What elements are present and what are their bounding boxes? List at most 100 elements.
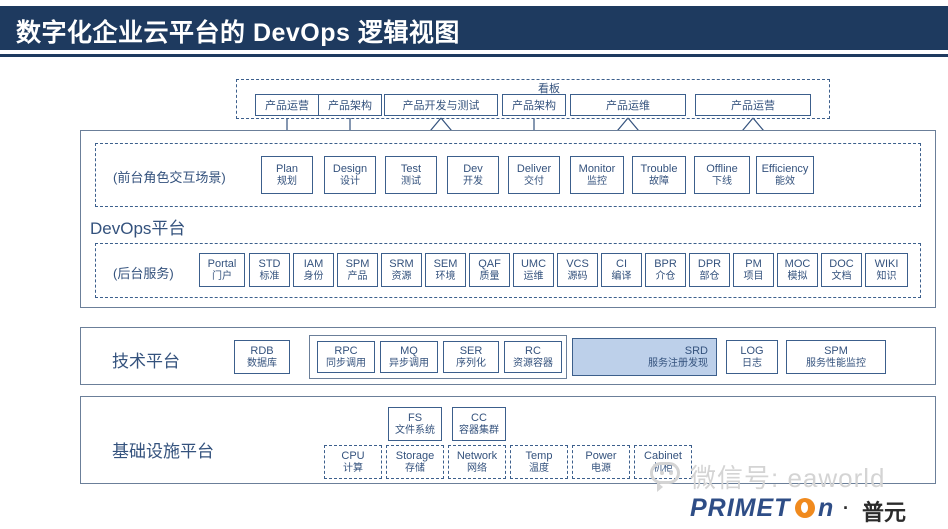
tech-en: MQ (400, 344, 418, 357)
tech-srd-box-highlighted[interactable]: SRD 服务注册发现 (572, 338, 717, 376)
service-cn: 文档 (831, 270, 852, 282)
service-box[interactable]: IAM 身份 (293, 253, 334, 287)
primeton-logo-tail: n (818, 494, 835, 522)
stage-cn: 设计 (340, 175, 360, 187)
infra-lower-box[interactable]: CPU 计算 (324, 445, 382, 479)
service-box[interactable]: DOC 文档 (821, 253, 862, 287)
service-en: IAM (303, 257, 324, 270)
tech-platform-title: 技术平台 (112, 352, 180, 371)
stage-box[interactable]: Design 设计 (324, 156, 376, 194)
service-cn: 项目 (743, 270, 764, 282)
tech-tail-box[interactable]: LOG 日志 (726, 340, 778, 374)
service-box[interactable]: SRM 资源 (381, 253, 422, 287)
stage-box[interactable]: Plan 规划 (261, 156, 313, 194)
service-box[interactable]: QAF 质量 (469, 253, 510, 287)
tech-cn: 资源容器 (513, 357, 553, 369)
infra-cn: 温度 (529, 462, 549, 474)
infra-upper-box[interactable]: CC 容器集群 (452, 407, 506, 441)
infra-lower-box[interactable]: Storage 存储 (386, 445, 444, 479)
infra-cn: 网络 (467, 462, 487, 474)
service-en: SEM (433, 257, 458, 270)
stage-en: Test (400, 162, 422, 175)
service-box[interactable]: PM 项目 (733, 253, 774, 287)
stage-box[interactable]: Efficiency 能效 (756, 156, 814, 194)
service-en: UMC (520, 257, 547, 270)
tech-group-box[interactable]: RC 资源容器 (504, 341, 562, 373)
service-cn: 编译 (611, 270, 632, 282)
infra-cn: 容器集群 (459, 424, 499, 436)
service-en: Portal (207, 257, 237, 270)
stage-cn: 故障 (649, 175, 669, 187)
role-box[interactable]: 产品开发与测试 (384, 94, 498, 116)
service-box[interactable]: UMC 运维 (513, 253, 554, 287)
service-en: BPR (654, 257, 677, 270)
service-box[interactable]: Portal 门户 (199, 253, 245, 287)
stage-en: Monitor (578, 162, 616, 175)
service-en: DPR (697, 257, 722, 270)
stage-cn: 监控 (587, 175, 607, 187)
service-box[interactable]: MOC 模拟 (777, 253, 818, 287)
stage-box[interactable]: Test 测试 (385, 156, 437, 194)
stage-cn: 交付 (524, 175, 544, 187)
infra-en: FS (407, 411, 423, 424)
tech-tail-box[interactable]: SPM 服务性能监控 (786, 340, 886, 374)
watermark-text: 微信号: eaworld (690, 463, 886, 493)
stage-en: Plan (275, 162, 299, 175)
tech-cn: 服务注册发现 (648, 357, 708, 369)
service-box[interactable]: DPR 部仓 (689, 253, 730, 287)
stage-box[interactable]: Trouble 故障 (632, 156, 686, 194)
infra-lower-box[interactable]: Network 网络 (448, 445, 506, 479)
infra-en: Power (585, 449, 617, 462)
infra-en: Temp (525, 449, 553, 462)
stage-box[interactable]: Dev 开发 (447, 156, 499, 194)
role-box[interactable]: 产品架构 (502, 94, 566, 116)
service-cn: 环境 (435, 270, 456, 282)
stage-box[interactable]: Offline 下线 (694, 156, 750, 194)
tech-cn: 同步调用 (326, 357, 366, 369)
service-box[interactable]: SPM 产品 (337, 253, 378, 287)
tech-group-box[interactable]: RPC 同步调用 (317, 341, 375, 373)
stage-cn: 规划 (277, 175, 297, 187)
infra-upper-box[interactable]: FS 文件系统 (388, 407, 442, 441)
tech-rdb-box[interactable]: RDB 数据库 (234, 340, 290, 374)
service-box[interactable]: STD 标准 (249, 253, 290, 287)
infra-platform-title: 基础设施平台 (112, 442, 214, 461)
role-box[interactable]: 产品架构 (318, 94, 382, 116)
tech-en: RPC (334, 344, 358, 357)
tech-cn: 服务性能监控 (806, 357, 866, 369)
infra-lower-box[interactable]: Power 电源 (572, 445, 630, 479)
stage-en: Dev (463, 162, 483, 175)
devops-platform-title: DevOps平台 (90, 219, 186, 238)
logo-cn-text: 普元 (862, 500, 907, 525)
tech-en: SER (459, 344, 483, 357)
page-title: 数字化企业云平台的 DevOps 逻辑视图 (16, 19, 460, 47)
tech-group-box[interactable]: MQ 异步调用 (380, 341, 438, 373)
service-en: QAF (478, 257, 501, 270)
service-box[interactable]: VCS 源码 (557, 253, 598, 287)
infra-cn: 存储 (405, 462, 425, 474)
infra-en: CPU (341, 449, 365, 462)
infra-lower-box[interactable]: Temp 温度 (510, 445, 568, 479)
service-cn: 运维 (523, 270, 544, 282)
stage-en: Efficiency (761, 162, 809, 175)
service-en: PM (745, 257, 762, 270)
stage-box[interactable]: Deliver 交付 (508, 156, 560, 194)
service-cn: 身份 (303, 270, 324, 282)
role-box[interactable]: 产品运营 (695, 94, 811, 116)
service-cn: 质量 (479, 270, 500, 282)
service-box[interactable]: WIKI 知识 (865, 253, 908, 287)
service-box[interactable]: SEM 环境 (425, 253, 466, 287)
logo-separator: · (843, 498, 849, 518)
infra-en: Cabinet (644, 449, 682, 462)
role-box[interactable]: 产品运营 (255, 94, 319, 116)
service-box[interactable]: CI 编译 (601, 253, 642, 287)
tech-en: RDB (250, 344, 274, 357)
primeton-logo-mark (795, 498, 815, 518)
stage-box[interactable]: Monitor 监控 (570, 156, 624, 194)
service-box[interactable]: BPR 介仓 (645, 253, 686, 287)
service-cn: 知识 (876, 270, 897, 282)
service-en: STD (258, 257, 281, 270)
tech-group-box[interactable]: SER 序列化 (443, 341, 499, 373)
role-box[interactable]: 产品运维 (570, 94, 686, 116)
infra-en: CC (471, 411, 487, 424)
